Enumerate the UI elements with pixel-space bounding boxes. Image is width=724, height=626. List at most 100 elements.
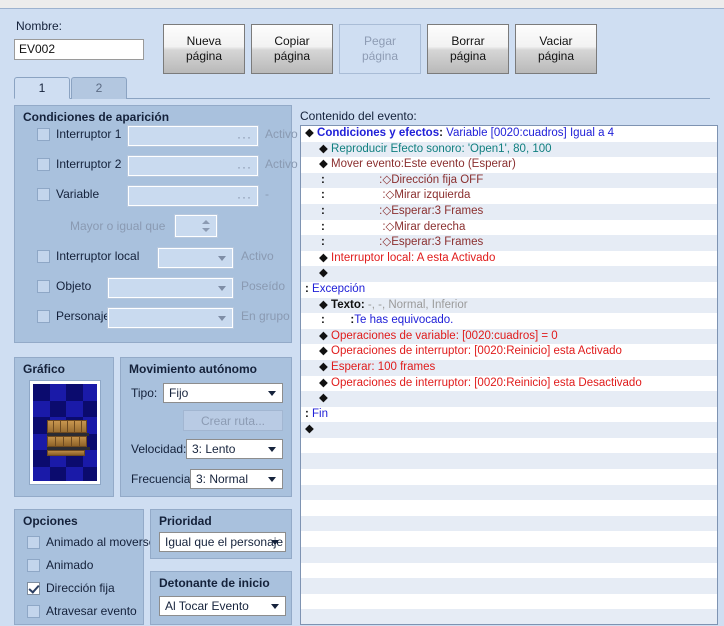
label-objeto: Objeto	[56, 279, 92, 293]
event-command-row[interactable]: ◆	[301, 422, 717, 438]
event-command-row[interactable]	[301, 500, 717, 516]
combo-personaje[interactable]	[107, 307, 234, 329]
suffix-interruptor-local: Activo	[241, 249, 274, 263]
checker-cell	[33, 400, 50, 417]
crear-ruta-button[interactable]: Crear ruta...	[183, 410, 283, 431]
input-interruptor-2[interactable]: ···	[127, 155, 259, 177]
checkbox-animado-al-moverse[interactable]	[27, 536, 40, 549]
checkbox-objeto[interactable]	[37, 280, 50, 293]
event-command-row[interactable]: ◆	[301, 391, 717, 407]
event-command-row[interactable]	[301, 547, 717, 563]
event-command-span: :◇Dirección fija OFF	[324, 173, 484, 186]
event-command-text: ◆ Mover evento:Este evento (Esperar)	[301, 157, 717, 173]
event-command-span: :◇Esperar:3 Frames	[324, 204, 484, 217]
event-command-row[interactable]: ◆	[301, 266, 717, 282]
event-command-row[interactable]	[301, 469, 717, 485]
combo-frecuencia[interactable]: 3: Normal	[190, 469, 283, 489]
input-variable[interactable]: ···	[127, 185, 259, 207]
event-command-row[interactable]: ◆ Operaciones de interruptor: [0020:Rein…	[301, 344, 717, 360]
event-command-row[interactable]: : :Te has equivocado.	[301, 313, 717, 329]
event-command-list[interactable]: ◆ Condiciones y efectos: Variable [0020:…	[300, 125, 718, 625]
event-command-span: Texto	[331, 298, 361, 311]
event-command-row[interactable]: : :◇Esperar:3 Frames	[301, 203, 717, 220]
event-command-span: Operaciones de variable: [0020:cuadros] …	[331, 329, 558, 342]
event-command-text: ◆	[301, 391, 717, 407]
prioridad-panel: Prioridad Igual que el personaje	[150, 509, 292, 559]
nueva-pagina-button[interactable]: Nueva página	[163, 24, 245, 74]
event-command-span: ◆	[305, 423, 314, 436]
checkbox-interruptor-1[interactable]	[37, 128, 50, 141]
combo-interruptor-local[interactable]	[157, 247, 234, 269]
spinner-comparison-value[interactable]	[174, 214, 218, 238]
checkbox-interruptor-local[interactable]	[37, 250, 50, 263]
event-command-text: : :◇Esperar:3 Frames	[301, 204, 717, 220]
event-command-row[interactable]	[301, 563, 717, 579]
event-command-row[interactable]: : Fin	[301, 407, 717, 423]
event-command-text: ◆ Operaciones de interruptor: [0020:Rein…	[301, 376, 717, 392]
event-command-row[interactable]	[301, 484, 717, 501]
event-command-text: : :◇Mirar derecha	[301, 220, 717, 236]
suffix-interruptor-2: Activo	[265, 157, 298, 171]
event-command-span: Condiciones y efectos	[317, 127, 440, 139]
event-command-row[interactable]: ◆ Operaciones de interruptor: [0020:Rein…	[301, 376, 717, 392]
combo-tipo[interactable]: Fijo	[163, 383, 283, 403]
graphic-preview[interactable]	[29, 380, 101, 485]
detonante-title: Detonante de inicio	[159, 576, 270, 590]
event-command-row[interactable]: ◆ Condiciones y efectos: Variable [0020:…	[301, 126, 717, 142]
checker-cell	[33, 384, 50, 401]
tab-page-2[interactable]: 2	[71, 77, 127, 99]
checkbox-direccion-fija[interactable]	[27, 582, 40, 595]
combo-prioridad[interactable]: Igual que el personaje	[159, 532, 286, 552]
event-command-row[interactable]: ◆ Texto: -, -, Normal, Inferior	[301, 297, 717, 314]
spinner-down-icon[interactable]	[202, 228, 210, 232]
checkbox-atravesar-evento[interactable]	[27, 605, 40, 618]
ellipsis-icon: ···	[237, 130, 252, 144]
checkbox-variable[interactable]	[37, 188, 50, 201]
event-command-span: Reproducir Efecto sonoro: 'Open1', 80, 1…	[331, 142, 552, 155]
event-command-row[interactable]: : :◇Dirección fija OFF	[301, 172, 717, 189]
event-command-row[interactable]: ◆ Interruptor local: A esta Activado	[301, 251, 717, 267]
suffix-interruptor-1: Activo	[265, 127, 298, 141]
event-command-row[interactable]: ◆ Reproducir Efecto sonoro: 'Open1', 80,…	[301, 141, 717, 158]
vaciar-pagina-button[interactable]: Vaciar página	[515, 24, 597, 74]
event-command-row[interactable]: ◆ Operaciones de variable: [0020:cuadros…	[301, 328, 717, 345]
event-command-span: Operaciones de interruptor: [0020:Reinic…	[331, 345, 622, 358]
opciones-panel: Opciones Animado al moverse Animado Dire…	[14, 509, 155, 625]
checker-cell	[82, 466, 97, 481]
borrar-pagina-button[interactable]: Borrar página	[427, 24, 509, 74]
combo-objeto[interactable]	[107, 277, 234, 299]
checker-cell	[82, 384, 97, 401]
sprite-canvas	[33, 384, 97, 481]
checkbox-interruptor-2[interactable]	[37, 158, 50, 171]
event-command-row[interactable]: ◆ Mover evento:Este evento (Esperar)	[301, 157, 717, 173]
event-command-row[interactable]	[301, 453, 717, 470]
event-command-row[interactable]	[301, 609, 717, 624]
spinner-up-icon[interactable]	[202, 220, 210, 224]
event-command-row[interactable]	[301, 438, 717, 454]
combo-velocidad[interactable]: 3: Lento	[186, 439, 283, 459]
combo-detonante[interactable]: Al Tocar Evento	[159, 596, 286, 616]
event-command-row[interactable]	[301, 594, 717, 610]
event-command-row[interactable]: : :◇Mirar izquierda	[301, 188, 717, 204]
event-command-text: ◆ Esperar: 100 frames	[301, 360, 717, 376]
event-command-span: ◆	[319, 329, 332, 342]
tab-page-1[interactable]: 1	[14, 77, 70, 99]
copiar-pagina-button[interactable]: Copiar página	[251, 24, 333, 74]
event-command-text: ◆ Texto: -, -, Normal, Inferior	[301, 298, 717, 314]
event-command-row[interactable]	[301, 578, 717, 594]
checkbox-animado[interactable]	[27, 559, 40, 572]
event-command-row[interactable]	[301, 531, 717, 547]
event-command-row[interactable]: : Excepción	[301, 282, 717, 298]
checker-cell	[82, 400, 97, 417]
event-command-row[interactable]	[301, 515, 717, 532]
event-command-row[interactable]: : :◇Esperar:3 Frames	[301, 235, 717, 251]
checkbox-personaje[interactable]	[37, 310, 50, 323]
event-command-span: ◆	[319, 251, 332, 264]
event-command-row[interactable]: : :◇Mirar derecha	[301, 220, 717, 236]
event-command-row[interactable]: ◆ Esperar: 100 frames	[301, 359, 717, 376]
label-interruptor-local: Interruptor local	[56, 249, 140, 263]
label-interruptor-2: Interruptor 2	[56, 157, 122, 171]
nombre-input[interactable]: EV002	[14, 39, 144, 60]
checker-cell	[66, 466, 83, 481]
input-interruptor-1[interactable]: ···	[127, 125, 259, 147]
